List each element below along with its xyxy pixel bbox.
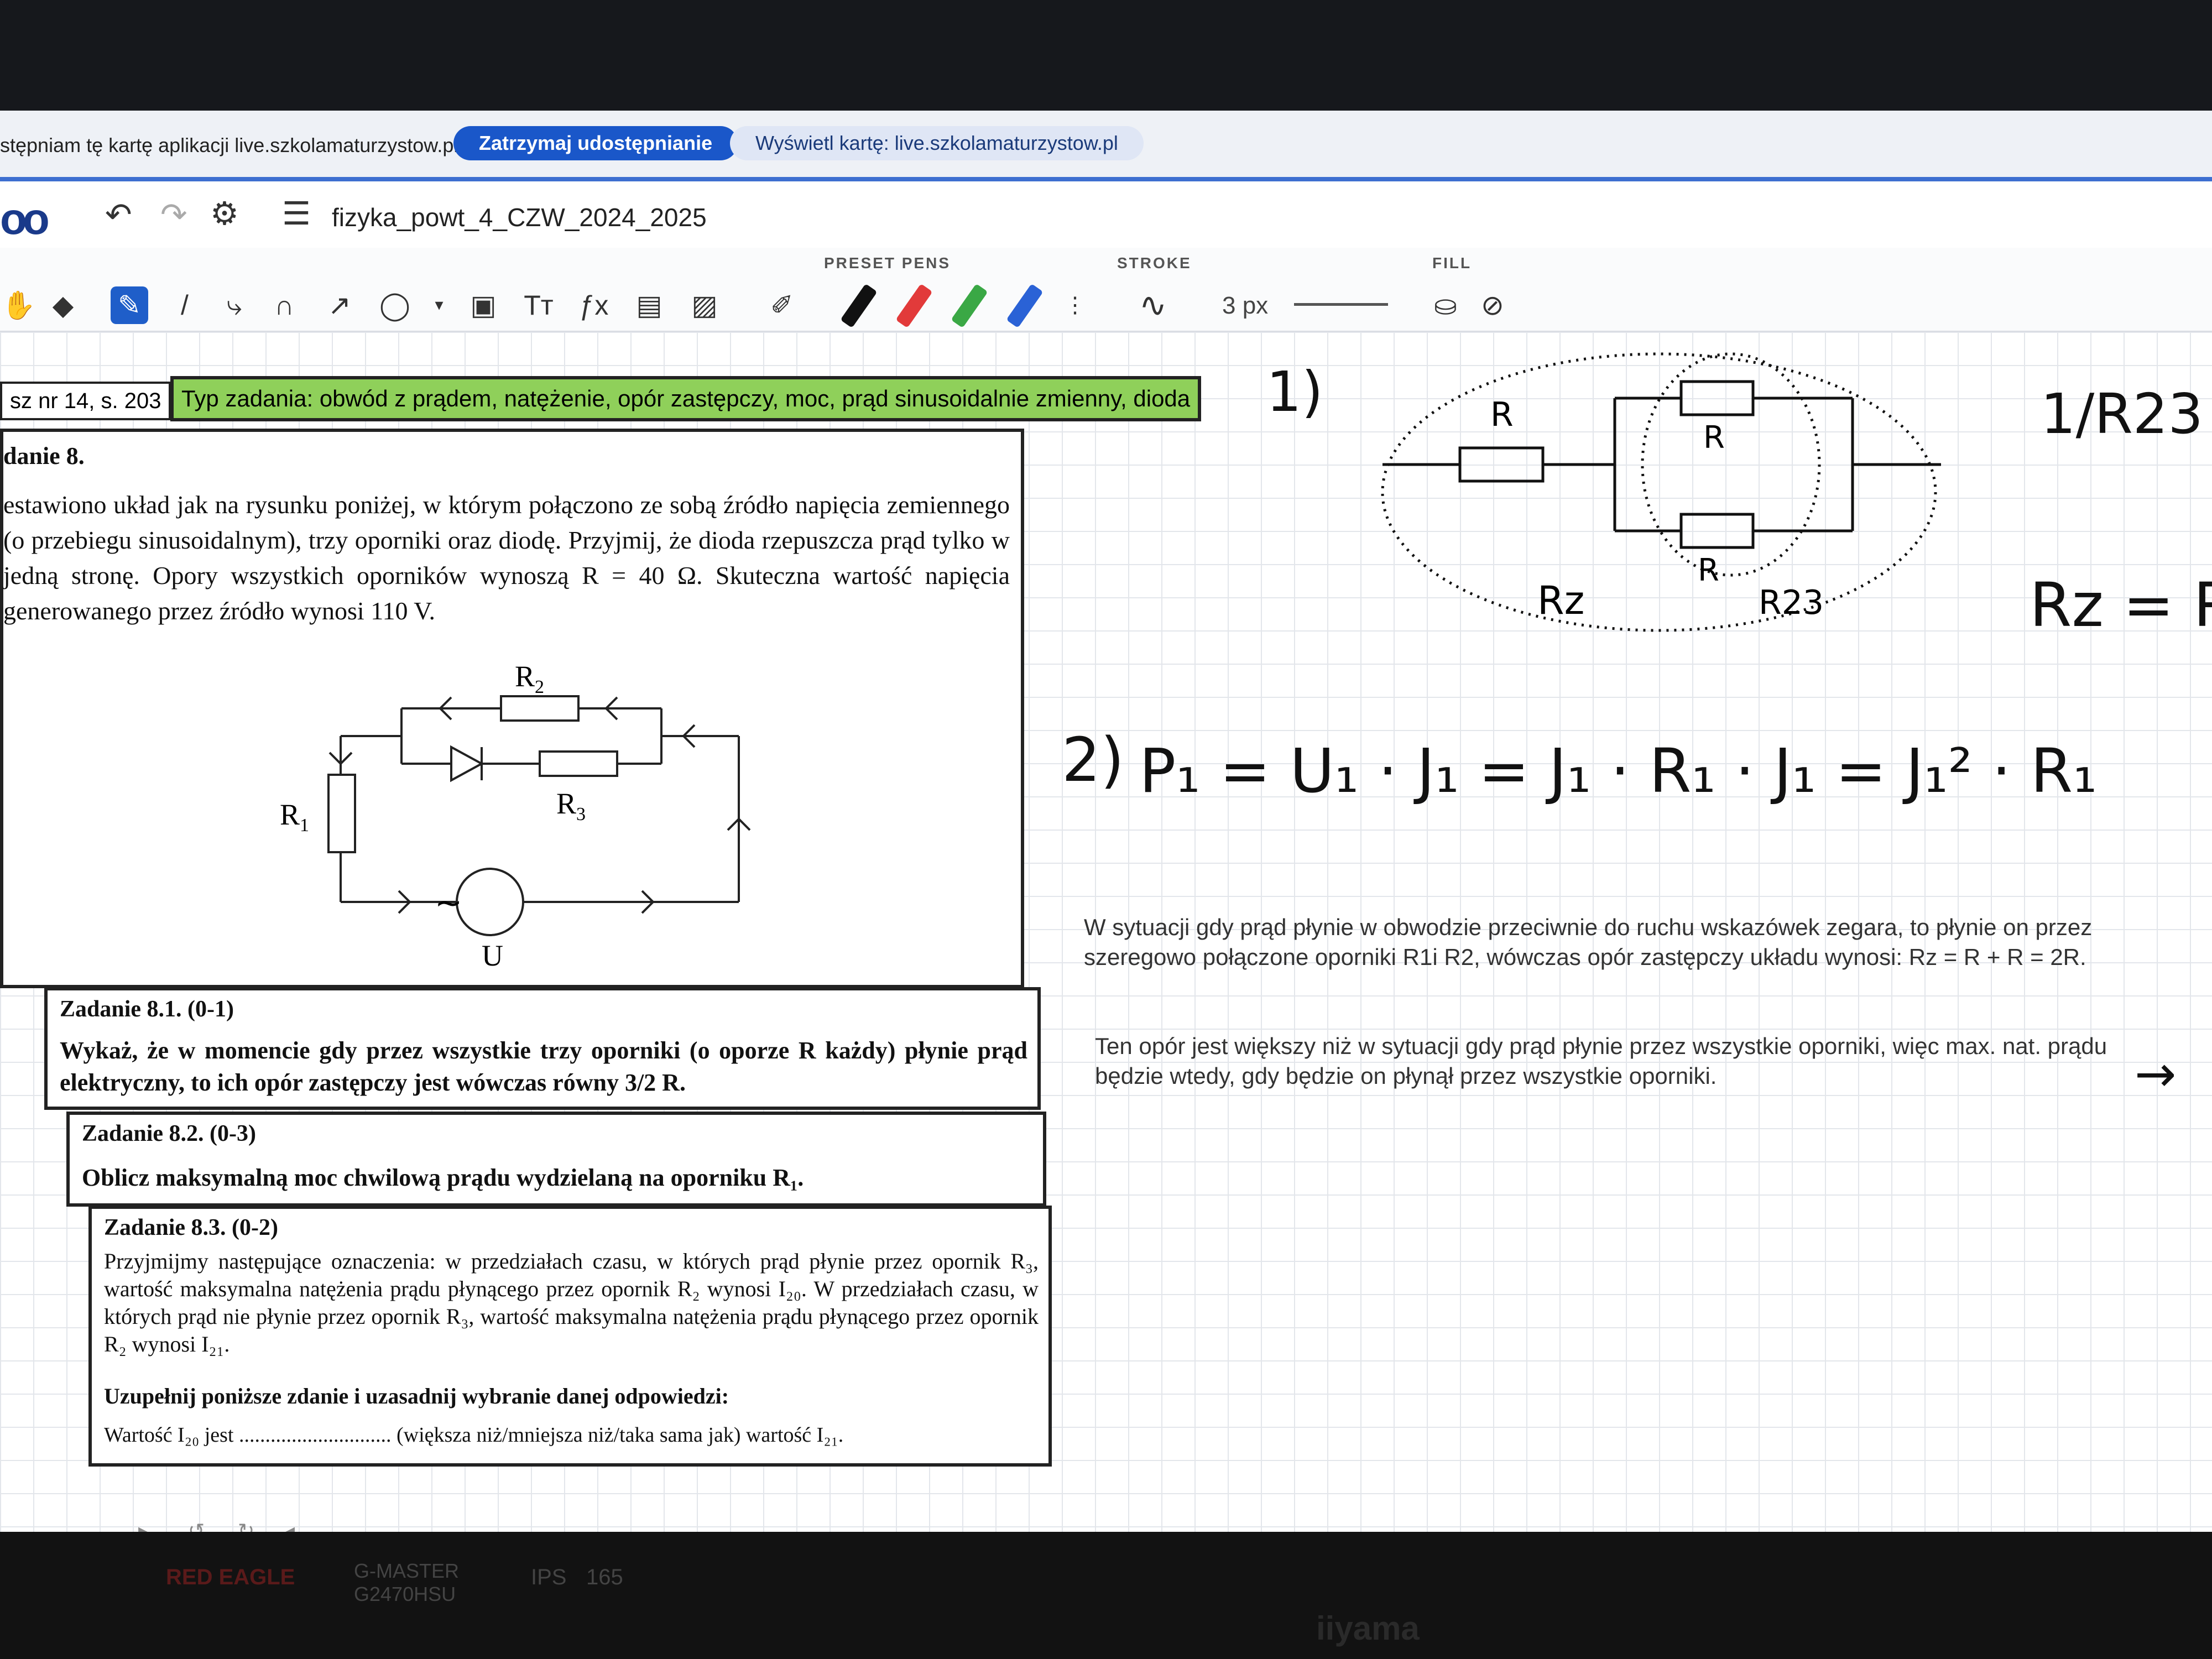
- image-tool-icon[interactable]: ▨: [686, 286, 723, 324]
- canvas-workspace[interactable]: sz nr 14, s. 203 Typ zadania: obwód z pr…: [0, 332, 2212, 1532]
- subtask-8-3-instruction: Uzupełnij poniższe zdanie i uzasadnij wy…: [104, 1384, 729, 1408]
- preset-pen-black[interactable]: [840, 283, 878, 328]
- pen-tool-icon[interactable]: ✎: [111, 286, 148, 324]
- subtask-8-2-body: Oblicz maksymalną moc chwilową prądu wyd…: [82, 1164, 804, 1191]
- brand-sticker: RED EAGLE: [166, 1565, 295, 1589]
- subtask-8-3-title: Zadanie 8.3. (0-2): [104, 1215, 278, 1240]
- subtask-8-3-body: Przyjmijmy następujące oznaczenia: w prz…: [104, 1249, 1039, 1357]
- view-tab-button[interactable]: Wyświetl kartę: live.szkolamaturzystow.p…: [730, 126, 1144, 160]
- label-r3: R3: [556, 787, 586, 825]
- task-type-chip: Typ zadania: obwód z prądem, natężenie, …: [170, 376, 1202, 421]
- eyedropper-icon[interactable]: ✐: [763, 286, 801, 324]
- power-formula: P₁ = U₁ · J₁ = J₁ · R₁ · J₁ = J₁² · R₁: [1139, 735, 2098, 806]
- text-tool-icon[interactable]: Tт: [520, 286, 557, 324]
- magnet-tool-icon[interactable]: ∩: [265, 286, 303, 324]
- refresh-sticker: 165: [586, 1565, 623, 1589]
- hand-tool-icon[interactable]: ✋: [0, 286, 38, 324]
- menu-icon[interactable]: ☰: [282, 198, 311, 230]
- monitor-brand: iiyama: [1316, 1610, 1420, 1647]
- app-logo: oo: [0, 194, 50, 243]
- sticky-note-icon[interactable]: ▣: [465, 286, 502, 324]
- preset-pen-green[interactable]: [951, 283, 988, 328]
- hand-sketch-circuit: R R R Rz R23: [1381, 352, 1941, 632]
- document-title[interactable]: fizyka_powt_4_CZW_2024_2025: [332, 202, 707, 232]
- app-header: oo ↶ ↷ ⚙ ☰ fizyka_powt_4_CZW_2024_2025: [0, 181, 2212, 248]
- graph-tool-icon[interactable]: ▤: [630, 286, 668, 324]
- source-chip: sz nr 14, s. 203: [0, 382, 171, 420]
- model-sticker: G-MASTER G2470HSU: [354, 1559, 460, 1605]
- pencil-tool-icon[interactable]: /: [166, 286, 204, 324]
- subtask-8-2: Zadanie 8.2. (0-3) Oblicz maksymalną moc…: [66, 1112, 1046, 1207]
- label-r1: R1: [280, 798, 309, 836]
- stroke-label: STROKE: [1117, 254, 1192, 272]
- sketch-label-r-bottom: R: [1698, 552, 1719, 588]
- subtask-8-1-title: Zadanie 8.1. (0-1): [60, 997, 234, 1022]
- preset-pen-blue[interactable]: [1006, 283, 1044, 328]
- chevron-down-icon[interactable]: ▾: [420, 286, 458, 324]
- fill-label: FILL: [1432, 254, 1472, 272]
- share-message: stępniam tę kartę aplikacji live.szkolam…: [0, 134, 458, 156]
- task-description: estawiono układ jak na rysunku poniżej, …: [3, 491, 1010, 625]
- more-pens-icon[interactable]: ⋮: [1056, 286, 1094, 324]
- panel-sticker: IPS: [531, 1565, 567, 1589]
- monitor-bezel-bottom: RED EAGLE G-MASTER G2470HSU IPS 165 iiya…: [0, 1532, 2212, 1659]
- step-1-label: 1): [1266, 359, 1323, 424]
- note-text-2: Ten opór jest większy niż w sytuacji gdy…: [1095, 1033, 2107, 1089]
- arrow-annotation: →: [2135, 1045, 2177, 1103]
- redo-icon[interactable]: ↷: [160, 199, 187, 231]
- stroke-width-preview: [1294, 303, 1388, 306]
- undo-icon[interactable]: ↶: [105, 199, 132, 231]
- preset-pen-red[interactable]: [895, 283, 933, 328]
- shape-tool-icon[interactable]: ◯: [376, 286, 414, 324]
- formula-right-top: 1/R23 =: [2041, 382, 2212, 446]
- ac-source-symbol: ~: [435, 884, 462, 922]
- subtask-8-1: Zadanie 8.1. (0-1) Wykaż, że w momencie …: [44, 987, 1041, 1110]
- drawing-toolbar: ✋ ◆ ✎ / ⤷ ∩ ↗ ◯ ▾ ▣ Tт ƒx ▤ ▨ ✐ PRESET P…: [0, 248, 2212, 332]
- subtask-8-3-fill-line: Wartość I₂₀ jest .......................…: [104, 1423, 844, 1447]
- line-tool-icon[interactable]: ↗: [321, 286, 358, 324]
- stroke-width-value[interactable]: 3 px: [1222, 292, 1268, 320]
- fill-bucket-icon[interactable]: ⛀: [1427, 286, 1464, 324]
- stroke-style-icon[interactable]: ∿: [1117, 286, 1189, 324]
- browser-screen: stępniam tę kartę aplikacji live.szkolam…: [0, 111, 2212, 1532]
- note-text-1: W sytuacji gdy prąd płynie w obwodzie pr…: [1084, 914, 2093, 970]
- forward-icon[interactable]: ↻: [238, 1521, 254, 1532]
- task-title: danie 8.: [3, 442, 85, 469]
- circuit-diagram: ~ R2 R3 R1 U: [280, 664, 751, 972]
- media-playbar: ▸ ↺ ↻ ◂: [0, 1515, 2212, 1532]
- volume-icon[interactable]: ◂: [285, 1521, 295, 1532]
- subtask-8-3: Zadanie 8.3. (0-2) Przyjmijmy następując…: [88, 1206, 1052, 1467]
- monitor-bezel-top: [0, 0, 2212, 127]
- task-8-box: danie 8. estawiono układ jak na rysunku …: [0, 429, 1024, 988]
- sketch-label-rz: Rz: [1537, 578, 1584, 623]
- connector-tool-icon[interactable]: ⤷: [216, 286, 253, 324]
- step-2-label: 2): [1062, 724, 1124, 795]
- no-fill-icon[interactable]: ⊘: [1474, 286, 1511, 324]
- label-u: U: [482, 939, 503, 972]
- eraser-tool-icon[interactable]: ◆: [44, 286, 82, 324]
- subtask-8-1-body: Wykaż, że w momencie gdy przez wszystkie…: [60, 1037, 1027, 1096]
- rewind-icon[interactable]: ↺: [188, 1521, 205, 1532]
- play-icon[interactable]: ▸: [138, 1521, 148, 1532]
- stop-sharing-button[interactable]: Zatrzymaj udostępnianie: [453, 126, 738, 160]
- formula-tool-icon[interactable]: ƒx: [575, 286, 613, 324]
- share-notification-bar: stępniam tę kartę aplikacji live.szkolam…: [0, 111, 2212, 181]
- sketch-label-r-mid: R: [1703, 420, 1725, 456]
- formula-right-bottom: Rz = R: [2030, 570, 2212, 640]
- preset-pens-label: PRESET PENS: [824, 254, 951, 272]
- settings-icon[interactable]: ⚙: [210, 198, 239, 230]
- subtask-8-2-title: Zadanie 8.2. (0-3): [82, 1121, 256, 1146]
- label-r2: R2: [515, 664, 544, 697]
- sketch-label-r23: R23: [1759, 583, 1824, 622]
- sketch-label-r-top: R: [1490, 395, 1514, 434]
